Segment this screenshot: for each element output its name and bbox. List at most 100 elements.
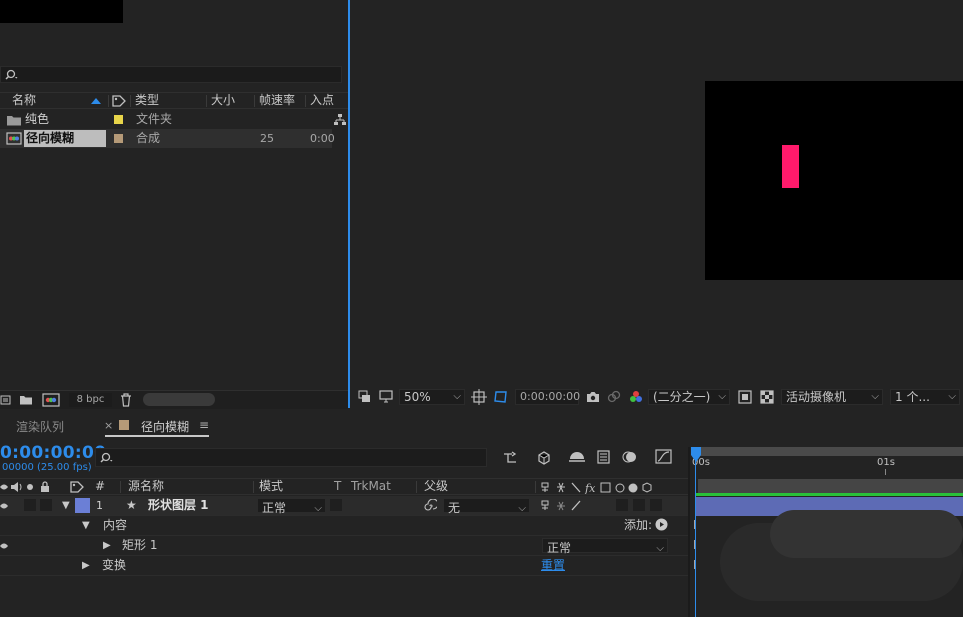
comp-mini-flowchart-icon[interactable] xyxy=(502,450,520,466)
transform-row[interactable]: ▶ 变换 重置 xyxy=(0,556,690,576)
monitor-icon[interactable] xyxy=(379,390,393,404)
flowchart-icon[interactable] xyxy=(333,113,347,126)
solo-toggle[interactable] xyxy=(24,499,36,511)
mask-visibility-icon[interactable] xyxy=(493,389,509,405)
interpret-footage-icon[interactable] xyxy=(0,394,12,406)
chevron-down-icon: ⌵ xyxy=(871,391,879,402)
rectangle-blend-mode-select[interactable]: 正常 ⌵ xyxy=(542,538,668,555)
column-frame-rate[interactable]: 帧速率 xyxy=(259,93,295,108)
search-icon xyxy=(100,452,113,463)
expand-right-icon[interactable]: ▶ xyxy=(82,556,90,575)
project-item-composition[interactable]: 径向模糊 合成 25 0:00 xyxy=(0,129,335,148)
item-name: 纯色 xyxy=(25,112,50,126)
graph-editor-icon[interactable] xyxy=(655,449,673,465)
tab-render-queue[interactable]: 渲染队列 xyxy=(16,418,64,435)
zoom-dropdown[interactable]: 50% ⌵ xyxy=(399,389,465,405)
hide-shy-layers-icon[interactable] xyxy=(568,449,586,465)
column-size[interactable]: 大小 xyxy=(211,93,235,108)
show-snapshot-icon[interactable] xyxy=(606,389,622,405)
column-parent[interactable]: 父级 xyxy=(424,479,448,494)
draft-3d-icon[interactable] xyxy=(535,448,553,466)
project-item-solids-folder[interactable]: 纯色 文件夹 xyxy=(0,110,346,129)
column-in-point[interactable]: 入点 xyxy=(310,93,334,108)
svg-text:fx: fx xyxy=(584,482,596,494)
project-scrollbar[interactable] xyxy=(143,393,215,406)
motion-blur-toggle[interactable] xyxy=(616,499,628,511)
layer-switch-icons[interactable] xyxy=(540,499,590,513)
label-tag-icon[interactable] xyxy=(70,481,84,493)
playhead[interactable] xyxy=(695,455,696,617)
camera-view-dropdown[interactable]: 活动摄像机 ⌵ xyxy=(781,389,883,405)
timeline-tab-bar: 渲染队列 × 径向模糊 ≡ xyxy=(0,414,963,438)
solo-dot-icon[interactable] xyxy=(26,483,34,491)
panel-menu-icon[interactable]: ≡ xyxy=(199,418,209,432)
add-play-icon[interactable] xyxy=(655,518,668,531)
grid-guides-icon[interactable] xyxy=(471,389,487,405)
rectangle-label[interactable]: 矩形 1 xyxy=(122,536,157,555)
current-time-display[interactable]: 0:00:00:00 xyxy=(0,443,106,463)
preserve-transparency-toggle[interactable] xyxy=(330,499,342,511)
layer-blend-mode-select[interactable]: 正常 ⌵ xyxy=(257,498,326,515)
3d-layer-toggle[interactable] xyxy=(650,499,662,511)
transparency-grid-icon[interactable] xyxy=(760,390,774,404)
layer-label-color[interactable] xyxy=(75,498,90,513)
layer-name[interactable]: 形状图层 1 xyxy=(148,496,209,515)
snapshot-camera-icon[interactable] xyxy=(585,389,601,405)
item-in-point: 0:00 xyxy=(310,132,335,145)
audio-speaker-icon[interactable] xyxy=(10,481,22,493)
parent-pickwhip-icon[interactable] xyxy=(423,499,437,513)
resolution-dropdown[interactable]: (二分之一) ⌵ xyxy=(648,389,730,405)
project-search-field[interactable] xyxy=(0,66,342,83)
rectangle-shape[interactable] xyxy=(782,145,799,188)
frame-blending-icon[interactable] xyxy=(596,449,612,465)
reset-link[interactable]: 重置 xyxy=(541,556,565,575)
tab-composition[interactable]: 径向模糊 xyxy=(141,418,189,435)
column-name[interactable]: 名称 xyxy=(12,93,36,108)
time-ruler[interactable]: 00s 01s xyxy=(690,447,963,475)
new-folder-icon[interactable] xyxy=(19,394,33,406)
new-composition-icon[interactable] xyxy=(42,393,60,407)
view-layout-dropdown[interactable]: 1 个... ⌵ xyxy=(890,389,960,405)
current-time-field[interactable]: 0:00:00:00 xyxy=(515,389,580,405)
visibility-eye-icon[interactable] xyxy=(0,541,8,551)
bit-depth-button[interactable]: 8 bpc xyxy=(69,393,112,407)
expand-right-icon[interactable]: ▶ xyxy=(103,536,111,555)
close-icon[interactable]: × xyxy=(104,419,113,432)
chevron-down-icon: ⌵ xyxy=(718,391,726,402)
motion-blur-icon[interactable] xyxy=(622,449,638,465)
video-eye-icon[interactable] xyxy=(0,481,8,493)
column-number: # xyxy=(95,479,106,493)
expand-down-icon[interactable]: ▼ xyxy=(62,496,70,515)
column-source-name[interactable]: 源名称 xyxy=(128,479,164,494)
comp-label-swatch xyxy=(119,420,129,430)
label-color-swatch[interactable] xyxy=(114,134,123,143)
sort-ascending-icon[interactable] xyxy=(90,97,102,105)
visibility-eye-icon[interactable] xyxy=(0,501,8,511)
layer-contents-row[interactable]: ▼ 内容 添加: xyxy=(0,516,690,536)
adjustment-layer-toggle[interactable] xyxy=(633,499,645,511)
active-tab-underline xyxy=(105,435,209,437)
transform-label: 变换 xyxy=(102,558,127,572)
playhead-handle-icon[interactable] xyxy=(690,446,702,464)
work-area-bar[interactable] xyxy=(692,447,963,456)
layer-row-shape-layer[interactable]: ▼ 1 ★ 形状图层 1 正常 ⌵ 无 ⌵ xyxy=(0,496,690,516)
timeline-search-field[interactable] xyxy=(95,448,487,467)
lock-icon[interactable] xyxy=(40,481,50,493)
composition-canvas[interactable] xyxy=(705,81,963,280)
region-of-interest-icon[interactable] xyxy=(738,390,752,404)
timeline-tracks[interactable]: I I I xyxy=(690,478,963,617)
column-type[interactable]: 类型 xyxy=(135,93,159,108)
color-channels-icon[interactable] xyxy=(628,389,644,405)
expand-down-icon[interactable]: ▼ xyxy=(82,516,90,535)
project-thumbnail xyxy=(0,0,123,23)
always-preview-icon[interactable] xyxy=(358,390,372,404)
lock-toggle[interactable] xyxy=(40,499,52,511)
column-trkmat[interactable]: TrkMat xyxy=(351,479,391,494)
label-tag-icon[interactable] xyxy=(112,95,126,107)
add-label: 添加: xyxy=(624,518,653,532)
column-mode[interactable]: 模式 xyxy=(259,479,283,494)
parent-select[interactable]: 无 ⌵ xyxy=(443,498,530,515)
trash-icon[interactable] xyxy=(120,393,132,407)
rectangle-group-row[interactable]: ▶ 矩形 1 正常 ⌵ xyxy=(0,536,690,556)
label-color-swatch[interactable] xyxy=(114,115,123,124)
